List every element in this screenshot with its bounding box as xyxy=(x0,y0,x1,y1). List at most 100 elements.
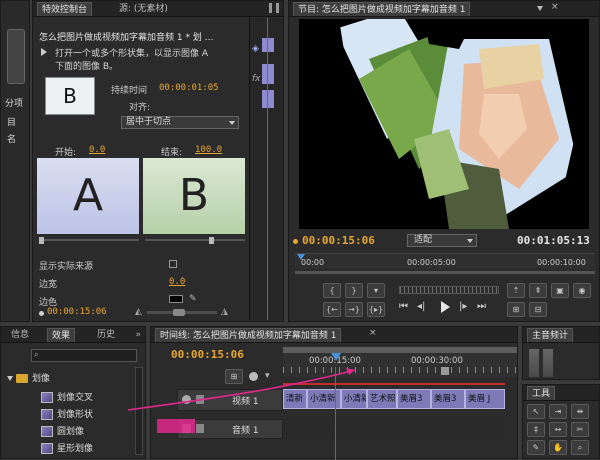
show-actual-source-checkbox[interactable] xyxy=(169,260,177,268)
pen-tool-icon[interactable]: ✎ xyxy=(527,440,545,455)
bottom-play-icon[interactable] xyxy=(39,311,44,316)
tab-history[interactable]: 历史 xyxy=(93,328,119,342)
tab-program[interactable]: 节目: 怎么把图片做成视频加字幕加音频 1 xyxy=(293,2,471,16)
monitor-ruler[interactable]: 00:00 00:00:05:00 00:00:10:00 xyxy=(295,253,595,269)
mark-in-button[interactable]: { xyxy=(323,283,341,298)
lift-button[interactable]: ⇡ xyxy=(507,283,525,298)
zoom-in-icon[interactable]: ◮ xyxy=(221,307,228,317)
show-actual-source-label: 显示实际来源 xyxy=(39,262,94,272)
start-value[interactable]: 0.0 xyxy=(89,145,105,155)
snap-button[interactable]: ⊞ xyxy=(225,369,243,384)
tab-effects[interactable]: 效果 xyxy=(47,328,76,342)
lock-icon[interactable] xyxy=(196,424,204,433)
razor-tool-icon[interactable]: ✂ xyxy=(571,422,589,437)
end-value[interactable]: 100.0 xyxy=(195,145,222,155)
audio-track-lane[interactable] xyxy=(283,419,505,439)
work-area-bar[interactable] xyxy=(283,347,517,353)
list-item[interactable]: 划像交叉 xyxy=(1,390,133,406)
play-transition-icon[interactable] xyxy=(41,48,47,56)
start-slider-handle[interactable] xyxy=(39,237,44,244)
extract-button[interactable]: ⇞ xyxy=(529,283,547,298)
start-slider-track[interactable] xyxy=(39,239,139,241)
clip[interactable]: 艺术照 xyxy=(367,389,397,409)
strip-item[interactable] xyxy=(7,29,25,84)
monitor-playhead-icon[interactable] xyxy=(297,254,305,260)
video-track-lane[interactable]: 清新 小清新 小清新 艺术照 美眉3 美眉3 美眉 J xyxy=(283,389,505,411)
play-in-out-button[interactable]: {▸} xyxy=(367,302,385,317)
safe-margins-button[interactable]: ▣ xyxy=(551,283,569,298)
mini-playhead[interactable] xyxy=(267,18,268,320)
tab-dropdown-icon[interactable] xyxy=(537,6,543,11)
timeline-ruler[interactable]: 00:00:15:00 00:00:30:00 xyxy=(283,347,517,377)
rolling-edit-tool-icon[interactable]: ‡ xyxy=(527,422,545,437)
timeline-timecode[interactable]: 00:00:15:06 xyxy=(171,348,244,361)
output-button[interactable]: ⊟ xyxy=(529,302,547,317)
video-track-header[interactable]: 视频 1 xyxy=(177,389,283,411)
list-item[interactable]: 圆划像 xyxy=(1,424,133,440)
panel-menu-icon[interactable] xyxy=(269,3,279,13)
lock-icon[interactable] xyxy=(196,395,204,404)
zoom-tool-icon[interactable]: ⌕ xyxy=(571,440,589,455)
end-slider-track[interactable] xyxy=(145,239,245,241)
monitor-scrub-track[interactable] xyxy=(295,271,595,274)
clip[interactable]: 清新 xyxy=(283,389,307,409)
track-select-tool-icon[interactable]: ⇥ xyxy=(549,404,567,419)
marker-icon[interactable]: ▾ xyxy=(265,371,270,381)
preview-b-letter: B xyxy=(178,170,210,221)
panel-menu-icon[interactable]: » xyxy=(135,330,141,340)
clip[interactable]: 美眉3 xyxy=(431,389,465,409)
fit-dropdown[interactable]: 适配 xyxy=(407,234,477,247)
description-line-2: 下面的图像 B。 xyxy=(55,62,119,72)
align-dropdown[interactable]: 居中于切点 xyxy=(121,116,239,129)
border-color-swatch[interactable] xyxy=(169,295,183,303)
timeline-playhead[interactable] xyxy=(335,367,336,460)
tab-info[interactable]: 信息 xyxy=(7,328,33,342)
list-item-selected[interactable]: 划像形状 xyxy=(1,407,133,423)
go-to-in-button[interactable]: {← xyxy=(323,302,341,317)
list-item-folder[interactable]: 划像 xyxy=(1,371,133,387)
frame-back-icon[interactable]: ◂| xyxy=(417,301,425,312)
ripple-edit-tool-icon[interactable]: ⇹ xyxy=(571,404,589,419)
go-to-out-button[interactable]: →} xyxy=(345,302,363,317)
border-width-value[interactable]: 0.0 xyxy=(169,277,185,287)
hand-tool-icon[interactable]: ✋ xyxy=(549,440,567,455)
selection-tool-icon[interactable]: ↖ xyxy=(527,404,545,419)
tab-effect-controls[interactable]: 特效控制台 xyxy=(37,2,93,16)
tab-timeline[interactable]: 时间线: 怎么把图片做成视频加字幕加音频 1 xyxy=(155,328,342,342)
mark-out-button[interactable]: } xyxy=(345,283,363,298)
tab-audio-meter[interactable]: 主音频计 xyxy=(527,328,574,342)
play-icon[interactable] xyxy=(441,301,450,313)
duration-value[interactable]: 00:00:01:05 xyxy=(159,83,219,93)
set-marker-button[interactable]: ▾ xyxy=(367,283,385,298)
end-slider-handle[interactable] xyxy=(209,237,214,244)
clip[interactable]: 小清新 xyxy=(341,389,367,409)
eye-icon[interactable] xyxy=(182,395,191,404)
step-back-icon[interactable]: ⏮ xyxy=(399,301,408,312)
tab-close-icon[interactable]: × xyxy=(551,2,559,12)
zoom-out-icon[interactable]: ◭ xyxy=(135,307,142,317)
clip[interactable]: 美眉3 xyxy=(397,389,431,409)
step-forward-icon[interactable]: ⏭ xyxy=(477,301,486,312)
timeline-zoom-handle[interactable] xyxy=(441,367,449,375)
program-video-frame[interactable] xyxy=(299,19,589,229)
effect-controls-timecode[interactable]: 00:00:15:06 xyxy=(47,307,107,317)
clip[interactable]: 美眉 J xyxy=(465,389,505,409)
tab-source[interactable]: 源: (无素材) xyxy=(115,2,172,16)
effects-search-input[interactable]: ⌕ xyxy=(31,349,137,362)
list-item-label: 圆划像 xyxy=(57,427,85,437)
program-monitor-panel: 节目: 怎么把图片做成视频加字幕加音频 1 × 00:00:15:06 适配 0… xyxy=(288,0,600,322)
frame-forward-icon[interactable]: |▸ xyxy=(459,301,467,312)
timeline-playhead-icon[interactable] xyxy=(331,353,341,361)
trim-button[interactable]: ⊞ xyxy=(507,302,525,317)
list-item[interactable]: 星形划像 xyxy=(1,441,133,457)
tab-close-icon[interactable]: × xyxy=(369,328,377,338)
current-time[interactable]: 00:00:15:06 xyxy=(302,234,375,247)
shuttle-slider[interactable] xyxy=(399,286,499,294)
keyframe-icon[interactable] xyxy=(249,372,258,381)
tab-tools[interactable]: 工具 xyxy=(527,386,556,400)
eyedropper-icon[interactable]: ✎ xyxy=(189,294,197,304)
rate-stretch-tool-icon[interactable]: ↔ xyxy=(549,422,567,437)
export-frame-button[interactable]: ◉ xyxy=(573,283,591,298)
zoom-slider-handle[interactable] xyxy=(173,309,185,316)
effects-scrollbar[interactable] xyxy=(135,367,143,455)
